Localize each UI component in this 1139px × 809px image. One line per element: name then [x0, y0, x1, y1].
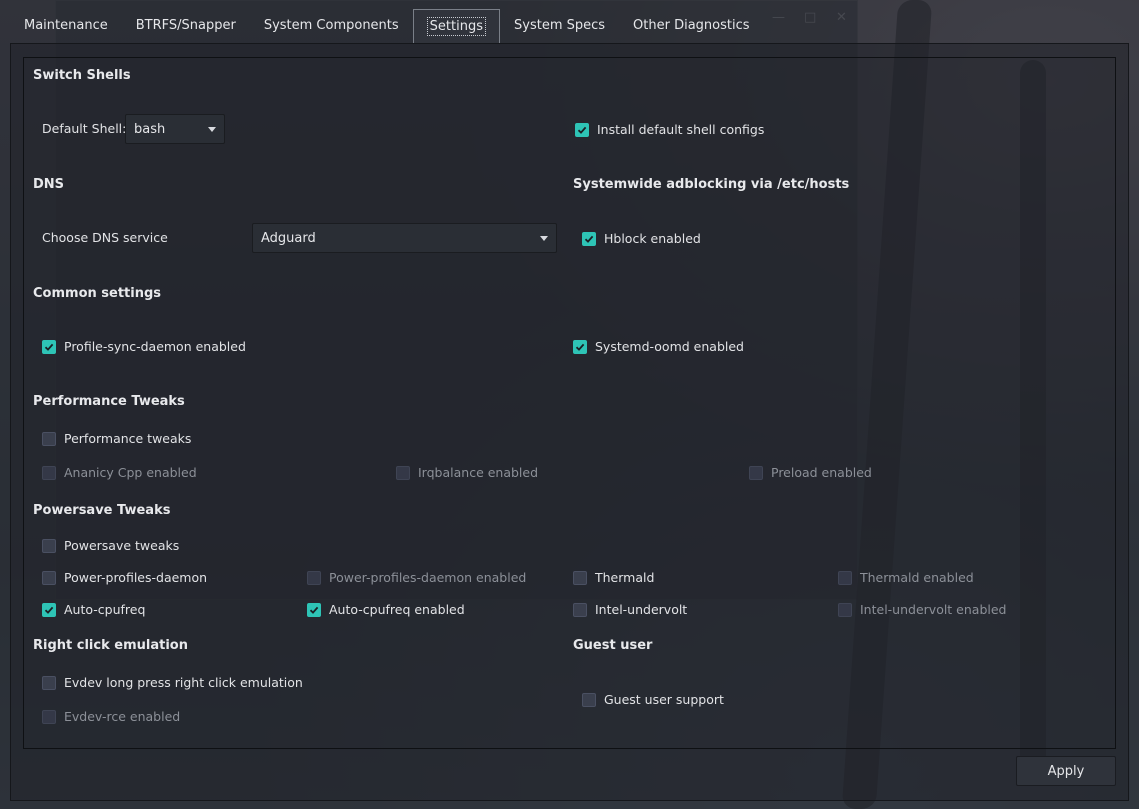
checkbox-unchecked-icon — [42, 465, 56, 480]
right-click-emulation-heading: Right click emulation — [33, 638, 188, 653]
chevron-down-icon — [540, 235, 548, 241]
common-settings-heading: Common settings — [33, 286, 162, 301]
auto-cpufreq-enabled-checkbox[interactable]: Auto-cpufreq enabled — [307, 602, 465, 617]
tab-maintenance[interactable]: Maintenance — [10, 9, 122, 43]
checkbox-checked-icon — [575, 122, 589, 137]
checkbox-unchecked-icon — [396, 465, 410, 480]
checkbox-unchecked-icon — [838, 602, 852, 617]
checkbox-unchecked-icon — [573, 570, 587, 585]
performance-tweaks-heading: Performance Tweaks — [33, 394, 185, 409]
switch-shells-heading: Switch Shells — [33, 68, 131, 83]
checkbox-checked-icon — [573, 339, 587, 354]
checkbox-checked-icon — [307, 602, 321, 617]
dns-service-value: Adguard — [261, 230, 316, 246]
evdev-long-press-checkbox[interactable]: Evdev long press right click emulation — [42, 675, 303, 690]
powersave-tweaks-heading: Powersave Tweaks — [33, 503, 171, 518]
powersave-tweaks-checkbox[interactable]: Powersave tweaks — [42, 538, 179, 553]
tab-other-diagnostics[interactable]: Other Diagnostics — [619, 9, 763, 43]
power-profiles-daemon-checkbox[interactable]: Power-profiles-daemon — [42, 570, 207, 585]
checkbox-unchecked-icon — [42, 538, 56, 553]
checkbox-unchecked-icon — [749, 465, 763, 480]
systemd-oomd-checkbox[interactable]: Systemd-oomd enabled — [573, 339, 744, 354]
checkbox-unchecked-icon — [582, 692, 596, 707]
tab-settings[interactable]: Settings — [412, 9, 500, 43]
checkbox-unchecked-icon — [838, 570, 852, 585]
checkbox-checked-icon — [582, 231, 596, 246]
tab-btrfs-snapper[interactable]: BTRFS/Snapper — [122, 9, 250, 43]
profile-sync-daemon-checkbox[interactable]: Profile-sync-daemon enabled — [42, 339, 246, 354]
checkbox-unchecked-icon — [42, 431, 56, 446]
adblock-heading: Systemwide adblocking via /etc/hosts — [573, 177, 850, 192]
default-shell-select[interactable]: bash — [125, 114, 225, 144]
auto-cpufreq-checkbox[interactable]: Auto-cpufreq — [42, 602, 145, 617]
checkbox-unchecked-icon — [307, 570, 321, 585]
preload-checkbox[interactable]: Preload enabled — [749, 465, 872, 480]
apply-button[interactable]: Apply — [1016, 756, 1116, 786]
checkbox-unchecked-icon — [42, 570, 56, 585]
intel-undervolt-enabled-checkbox[interactable]: Intel-undervolt enabled — [838, 602, 1007, 617]
dns-heading: DNS — [33, 177, 65, 192]
ananicy-cpp-checkbox[interactable]: Ananicy Cpp enabled — [42, 465, 197, 480]
checkbox-unchecked-icon — [573, 602, 587, 617]
settings-window: Maintenance BTRFS/Snapper System Compone… — [0, 0, 1139, 809]
install-shell-configs-checkbox[interactable]: Install default shell configs — [575, 122, 764, 137]
tab-system-components[interactable]: System Components — [250, 9, 413, 43]
checkbox-checked-icon — [42, 602, 56, 617]
tab-bar: Maintenance BTRFS/Snapper System Compone… — [10, 9, 764, 43]
guest-user-heading: Guest user — [573, 638, 653, 653]
checkbox-checked-icon — [42, 339, 56, 354]
thermald-enabled-checkbox[interactable]: Thermald enabled — [838, 570, 974, 585]
dns-service-label: Choose DNS service — [42, 230, 168, 245]
evdev-rce-checkbox[interactable]: Evdev-rce enabled — [42, 709, 180, 724]
chevron-down-icon — [208, 126, 216, 132]
dns-service-select[interactable]: Adguard — [252, 223, 557, 253]
tab-system-specs[interactable]: System Specs — [500, 9, 619, 43]
checkbox-unchecked-icon — [42, 709, 56, 724]
default-shell-label: Default Shell: — [42, 121, 127, 136]
performance-tweaks-checkbox[interactable]: Performance tweaks — [42, 431, 191, 446]
irqbalance-checkbox[interactable]: Irqbalance enabled — [396, 465, 538, 480]
default-shell-value: bash — [134, 121, 166, 137]
hblock-checkbox[interactable]: Hblock enabled — [582, 231, 701, 246]
guest-user-support-checkbox[interactable]: Guest user support — [582, 692, 724, 707]
checkbox-unchecked-icon — [42, 675, 56, 690]
power-profiles-daemon-enabled-checkbox[interactable]: Power-profiles-daemon enabled — [307, 570, 526, 585]
thermald-checkbox[interactable]: Thermald — [573, 570, 654, 585]
intel-undervolt-checkbox[interactable]: Intel-undervolt — [573, 602, 687, 617]
